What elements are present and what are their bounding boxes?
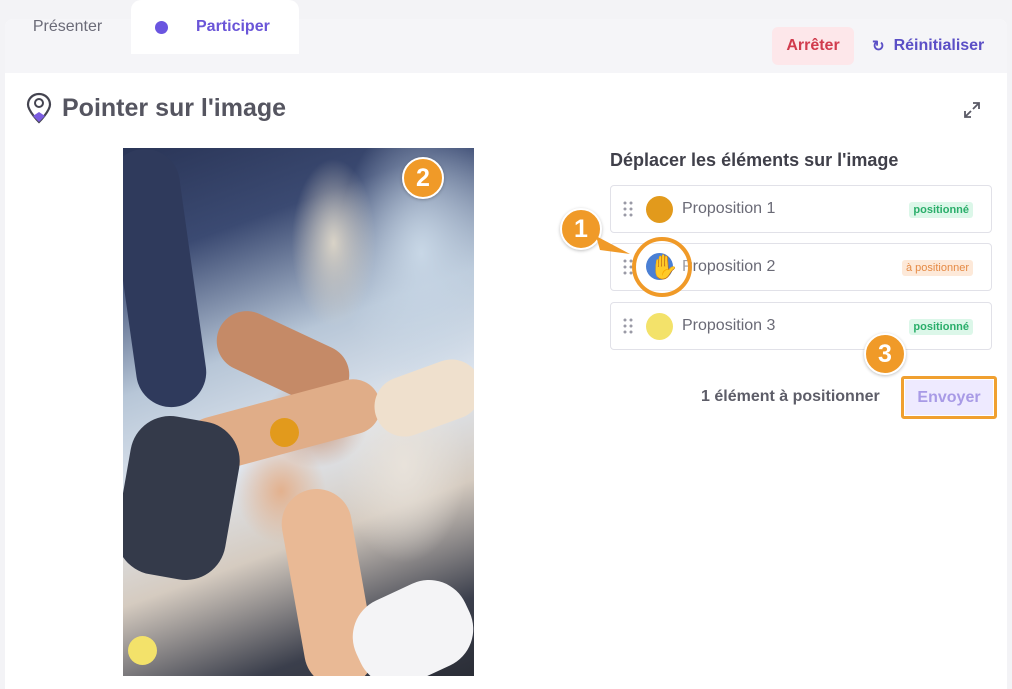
- panel-title: Déplacer les éléments sur l'image: [610, 150, 899, 170]
- reset-button[interactable]: ↻ Réinitialiser: [872, 27, 984, 65]
- item-label: Proposition 3: [682, 317, 776, 334]
- status-badge: à positionner: [902, 260, 973, 276]
- send-button[interactable]: Envoyer: [905, 380, 993, 415]
- active-dot-icon: [155, 20, 168, 34]
- color-dot-icon: [646, 313, 673, 340]
- list-item[interactable]: Proposition 3 positionné: [610, 302, 992, 350]
- tab-participate-label: Participer: [196, 18, 270, 35]
- placed-marker-proposition-1[interactable]: [270, 418, 299, 447]
- map-pin-icon: [26, 92, 52, 124]
- status-badge: positionné: [909, 319, 973, 335]
- image-detail: [123, 409, 247, 587]
- activity-header: Pointer sur l'image: [26, 92, 286, 124]
- reset-label: Réinitialiser: [893, 37, 985, 54]
- list-item[interactable]: Proposition 1 positionné: [610, 185, 992, 233]
- status-badge: positionné: [909, 202, 973, 218]
- page-title: Pointer sur l'image: [62, 93, 287, 122]
- image-detail: [123, 148, 211, 412]
- refresh-icon: ↻: [872, 38, 885, 55]
- color-dot-icon: [646, 196, 673, 223]
- item-label: Proposition 1: [682, 200, 776, 217]
- drag-handle-icon[interactable]: [623, 318, 633, 334]
- tab-present[interactable]: Présenter: [5, 0, 130, 54]
- step-badge-2: 2: [402, 157, 444, 199]
- tab-participate[interactable]: Participer: [131, 0, 299, 54]
- remaining-count: 1 élément à positionner: [701, 388, 880, 405]
- send-button-highlight: Envoyer: [901, 376, 997, 419]
- placed-marker-proposition-3[interactable]: [128, 636, 157, 665]
- expand-icon[interactable]: [962, 100, 982, 120]
- stop-button[interactable]: Arrêter: [772, 27, 854, 65]
- step-badge-3: 3: [864, 333, 906, 375]
- step-pointer-icon: [596, 236, 630, 254]
- target-image[interactable]: [123, 148, 474, 676]
- drag-handle-icon[interactable]: [623, 201, 633, 217]
- hand-cursor-icon: ✋: [649, 254, 679, 281]
- image-detail: [366, 350, 474, 446]
- item-label: Proposition 2: [682, 258, 776, 275]
